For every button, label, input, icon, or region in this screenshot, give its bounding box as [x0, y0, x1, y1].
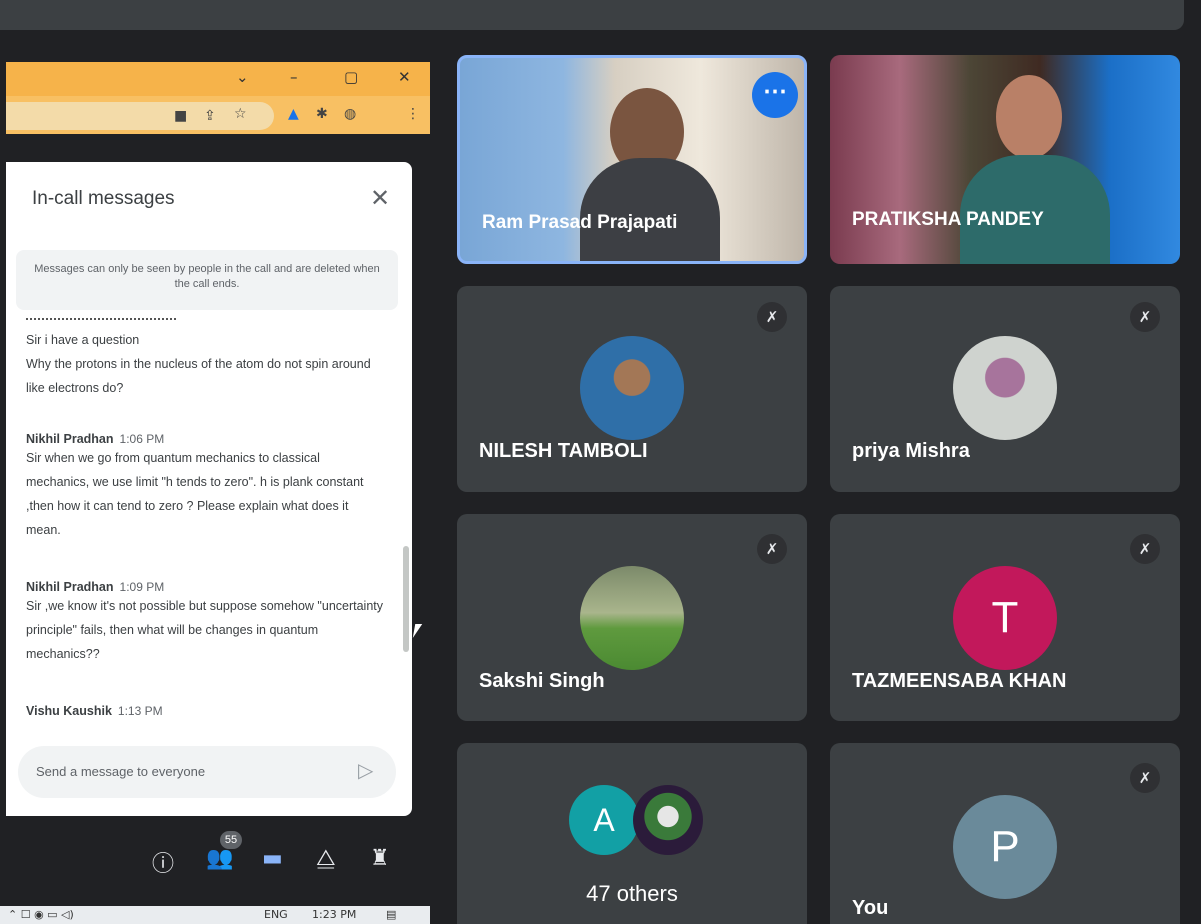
close-icon[interactable]: ✕: [370, 184, 390, 212]
mic-off-icon: ✗: [1130, 534, 1160, 564]
chat-message: Vishu Kaushik 1:13 PM: [26, 704, 386, 718]
message-meta: Nikhil Pradhan 1:06 PM: [26, 432, 386, 446]
windows-taskbar: ⌃ ☐ ◉ ▭ ◁) ENG 1:23 PM ▤: [0, 906, 430, 924]
chat-icon[interactable]: ▬: [262, 846, 283, 871]
participant-tile-self[interactable]: ✗ P You: [830, 743, 1180, 924]
message-time: 1:06 PM: [119, 432, 165, 446]
message-list: Sir i have a question Why the protons in…: [6, 318, 412, 738]
avatar: [580, 566, 684, 670]
browser-toolbar: ■ ⇪ ☆ ▲ ✱ ◍ ⋮: [6, 96, 430, 134]
minimize-button[interactable]: –: [290, 68, 298, 86]
chevron-down-icon[interactable]: ⌄: [236, 68, 249, 86]
mic-off-icon: ✗: [1130, 302, 1160, 332]
message-sender: Nikhil Pradhan: [26, 580, 114, 594]
notification-icon[interactable]: ▤: [386, 908, 396, 921]
mouse-cursor: [412, 624, 423, 638]
message-meta: Vishu Kaushik 1:13 PM: [26, 704, 386, 718]
top-bar: [0, 0, 1184, 30]
mic-off-icon: ✗: [1130, 763, 1160, 793]
participant-tile[interactable]: ✗ T TAZMEENSABA KHAN: [830, 514, 1180, 721]
participant-name: Sakshi Singh: [479, 670, 605, 692]
participant-tile[interactable]: ✗ priya Mishra: [830, 286, 1180, 492]
menu-icon[interactable]: ⋮: [406, 106, 420, 122]
tray-clock: 1:23 PM: [312, 908, 357, 921]
chat-panel: In-call messages ✕ Messages can only be …: [6, 162, 412, 816]
participant-tile[interactable]: ⋯ Ram Prasad Prajapati: [457, 55, 807, 264]
activities-icon[interactable]: ⧋: [316, 846, 336, 871]
more-options-button[interactable]: ⋯: [752, 72, 798, 118]
people-icon[interactable]: 👥: [206, 846, 233, 871]
letter-avatar: P: [953, 795, 1057, 899]
others-count-label: 47 others: [586, 881, 678, 906]
message-time: 1:09 PM: [119, 580, 165, 594]
video-subject: [996, 75, 1062, 159]
letter-avatar: A: [569, 785, 639, 855]
message-sender: Vishu Kaushik: [26, 704, 112, 718]
video-subject-body: [580, 158, 720, 261]
participant-name: priya Mishra: [852, 440, 970, 462]
lock-icon[interactable]: ♜: [370, 846, 390, 871]
message-time: 1:13 PM: [117, 704, 163, 718]
mic-off-icon: ✗: [757, 534, 787, 564]
participant-name: Ram Prasad Prajapati: [482, 212, 678, 233]
puzzle-icon[interactable]: ✱: [316, 106, 328, 122]
chat-message: Sir i have a question Why the protons in…: [26, 328, 386, 400]
avatar: [580, 336, 684, 440]
chat-notice: Messages can only be seen by people in t…: [16, 250, 398, 310]
extension-icon[interactable]: ▲: [288, 106, 299, 122]
share-icon[interactable]: ⇪: [204, 108, 216, 124]
message-input-placeholder: Send a message to everyone: [36, 764, 206, 779]
chat-scrollbar[interactable]: [403, 546, 409, 652]
message-text: Sir ,we know it's not possible but suppo…: [26, 599, 384, 661]
camera-icon[interactable]: ■: [174, 108, 187, 124]
participant-name: You: [852, 897, 889, 919]
chat-message: Nikhil Pradhan 1:06 PM Sir when we go fro…: [26, 432, 386, 542]
participant-name: NILESH TAMBOLI: [479, 440, 648, 462]
participant-tile[interactable]: PRATIKSHA PANDEY: [830, 55, 1180, 264]
participant-tile[interactable]: ✗ NILESH TAMBOLI: [457, 286, 807, 492]
tray-language: ENG: [264, 908, 288, 921]
message-text: Sir when we go from quantum mechanics to…: [26, 451, 364, 537]
address-bar[interactable]: ■ ⇪ ☆: [6, 102, 274, 130]
truncated-message-header: [26, 318, 176, 322]
chat-message: Nikhil Pradhan 1:09 PM Sir ,we know it's …: [26, 580, 386, 666]
mic-off-icon: ✗: [757, 302, 787, 332]
send-icon[interactable]: ▷: [358, 758, 373, 782]
message-text: Sir i have a question Why the protons in…: [26, 333, 371, 395]
browser-title-bar: ⌄ – ▢ ✕: [6, 62, 430, 96]
info-icon[interactable]: ⓘ: [152, 846, 174, 878]
star-icon[interactable]: ☆: [234, 106, 247, 122]
message-input[interactable]: Send a message to everyone ▷: [18, 746, 396, 798]
letter-avatar: T: [953, 566, 1057, 670]
close-window-button[interactable]: ✕: [398, 68, 411, 86]
profile-icon[interactable]: ◍: [344, 106, 356, 122]
chat-title: In-call messages: [32, 188, 175, 209]
maximize-button[interactable]: ▢: [344, 68, 358, 86]
browser-window: ⌄ – ▢ ✕ ■ ⇪ ☆ ▲ ✱ ◍ ⋮: [6, 62, 430, 150]
avatar: [953, 336, 1057, 440]
participants-count-badge: 55: [220, 831, 242, 849]
participant-tile-others[interactable]: A 47 others: [457, 743, 807, 924]
participant-tile[interactable]: ✗ Sakshi Singh: [457, 514, 807, 721]
avatar: [633, 785, 703, 855]
tray-icons: ⌃ ☐ ◉ ▭ ◁): [8, 908, 74, 921]
message-sender: Nikhil Pradhan: [26, 432, 114, 446]
participant-name: PRATIKSHA PANDEY: [852, 209, 1044, 230]
message-meta: Nikhil Pradhan 1:09 PM: [26, 580, 386, 594]
participant-name: TAZMEENSABA KHAN: [852, 670, 1067, 692]
